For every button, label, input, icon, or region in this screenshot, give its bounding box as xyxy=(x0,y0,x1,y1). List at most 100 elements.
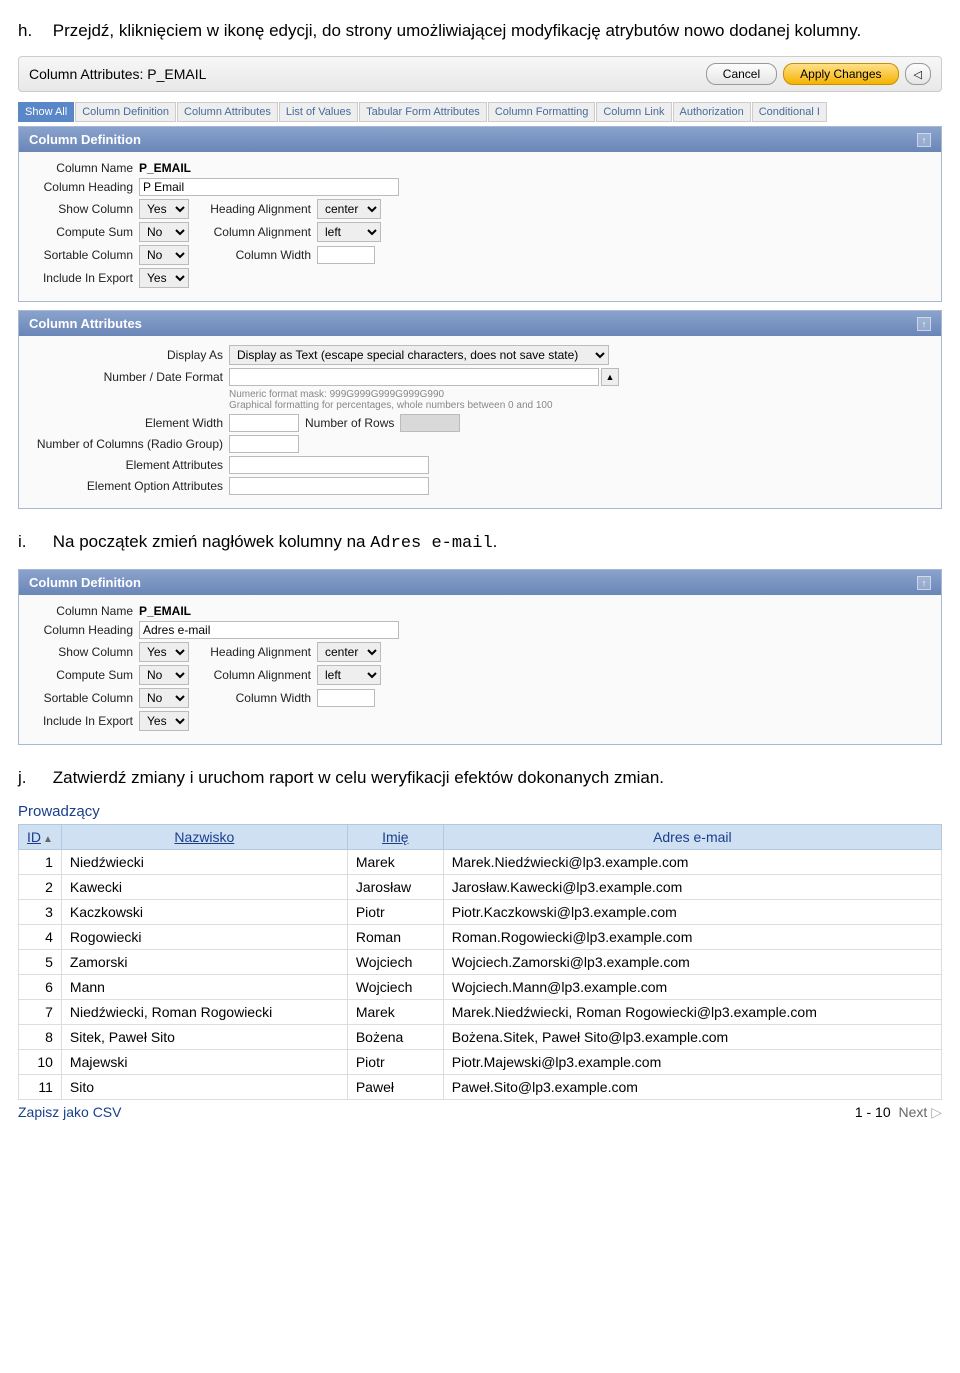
include-export-select[interactable]: Yes xyxy=(139,268,189,288)
pager-range: 1 - 10 xyxy=(855,1104,891,1120)
cell-imie: Roman xyxy=(347,925,443,950)
apply-changes-button[interactable]: Apply Changes xyxy=(783,63,898,85)
cell-id: 10 xyxy=(19,1050,62,1075)
tab-column-formatting[interactable]: Column Formatting xyxy=(488,102,596,122)
cell-nazwisko: Niedźwiecki, Roman Rogowiecki xyxy=(61,1000,347,1025)
label-compute-sum: Compute Sum xyxy=(29,668,139,682)
instruction-j-marker: j. xyxy=(18,767,48,789)
section-tabs: Show AllColumn DefinitionColumn Attribut… xyxy=(18,102,942,122)
instruction-h-text: Przejdź, kliknięciem w ikonę edycji, do … xyxy=(53,21,862,40)
col-nazwisko-header[interactable]: Nazwisko xyxy=(61,825,347,850)
cell-email: Piotr.Kaczkowski@lp3.example.com xyxy=(443,900,941,925)
label-column-width: Column Width xyxy=(197,691,317,705)
cell-email: Marek.Niedźwiecki@lp3.example.com xyxy=(443,850,941,875)
value-column-name: P_EMAIL xyxy=(139,604,191,618)
element-option-attributes-input[interactable] xyxy=(229,477,429,495)
tab-column-link[interactable]: Column Link xyxy=(596,102,671,122)
label-column-name: Column Name xyxy=(29,161,139,175)
display-as-select[interactable]: Display as Text (escape special characte… xyxy=(229,345,609,365)
label-column-alignment: Column Alignment xyxy=(197,225,317,239)
cell-nazwisko: Kaczkowski xyxy=(61,900,347,925)
tab-list-of-values[interactable]: List of Values xyxy=(279,102,358,122)
hint-numeric-mask: Numeric format mask: 999G999G999G999G990 xyxy=(229,389,931,400)
tab-conditional-i[interactable]: Conditional I xyxy=(752,102,827,122)
element-width-input[interactable] xyxy=(229,414,299,432)
table-row: 6MannWojciechWojciech.Mann@lp3.example.c… xyxy=(19,975,942,1000)
show-column-select[interactable]: Yes xyxy=(139,642,189,662)
col-imie-header[interactable]: Imię xyxy=(347,825,443,850)
heading-alignment-select[interactable]: center xyxy=(317,642,381,662)
tab-column-attributes[interactable]: Column Attributes xyxy=(177,102,278,122)
column-heading-input[interactable] xyxy=(139,621,399,639)
table-row: 2KaweckiJarosławJarosław.Kawecki@lp3.exa… xyxy=(19,875,942,900)
number-date-format-input[interactable] xyxy=(229,368,599,386)
table-row: 7Niedźwiecki, Roman RogowieckiMarekMarek… xyxy=(19,1000,942,1025)
tab-tabular-form-attributes[interactable]: Tabular Form Attributes xyxy=(359,102,487,122)
number-of-columns-input[interactable] xyxy=(229,435,299,453)
tab-column-definition[interactable]: Column Definition xyxy=(75,102,176,122)
chevron-right-icon[interactable]: ▷ xyxy=(931,1104,942,1120)
label-column-heading: Column Heading xyxy=(29,623,139,637)
sortable-column-select[interactable]: No xyxy=(139,688,189,708)
column-heading-input[interactable] xyxy=(139,178,399,196)
col-id-header[interactable]: ID▲ xyxy=(19,825,62,850)
label-sortable-column: Sortable Column xyxy=(29,248,139,262)
col-email-header: Adres e-mail xyxy=(443,825,941,850)
cell-id: 1 xyxy=(19,850,62,875)
label-column-width: Column Width xyxy=(197,248,317,262)
table-row: 5ZamorskiWojciechWojciech.Zamorski@lp3.e… xyxy=(19,950,942,975)
instruction-j-text: Zatwierdź zmiany i uruchom raport w celu… xyxy=(53,768,664,787)
tab-authorization[interactable]: Authorization xyxy=(673,102,751,122)
value-column-name: P_EMAIL xyxy=(139,161,191,175)
column-alignment-select[interactable]: left xyxy=(317,222,381,242)
cell-imie: Wojciech xyxy=(347,975,443,1000)
cancel-button[interactable]: Cancel xyxy=(706,63,777,85)
label-element-attributes: Element Attributes xyxy=(29,458,229,472)
panel-title: Column Attributes xyxy=(29,316,142,331)
pager-next-link[interactable]: Next xyxy=(899,1104,928,1120)
cell-imie: Marek xyxy=(347,850,443,875)
show-column-select[interactable]: Yes xyxy=(139,199,189,219)
heading-alignment-select[interactable]: center xyxy=(317,199,381,219)
scroll-top-icon[interactable]: ↑ xyxy=(917,576,931,590)
number-of-rows-input[interactable] xyxy=(400,414,460,432)
instruction-h: h. Przejdź, kliknięciem w ikonę edycji, … xyxy=(18,20,942,42)
cell-id: 3 xyxy=(19,900,62,925)
label-compute-sum: Compute Sum xyxy=(29,225,139,239)
column-width-input[interactable] xyxy=(317,689,375,707)
table-row: 1NiedźwieckiMarekMarek.Niedźwiecki@lp3.e… xyxy=(19,850,942,875)
instruction-j: j. Zatwierdź zmiany i uruchom raport w c… xyxy=(18,767,942,789)
cell-imie: Jarosław xyxy=(347,875,443,900)
instruction-i-post: . xyxy=(493,532,498,551)
prev-nav-button[interactable] xyxy=(905,63,931,85)
scroll-top-icon[interactable]: ↑ xyxy=(917,133,931,147)
cell-id: 7 xyxy=(19,1000,62,1025)
format-picker-icon[interactable]: ▲ xyxy=(601,368,619,386)
column-width-input[interactable] xyxy=(317,246,375,264)
column-attributes-panel: Column Attributes ↑ Display As Display a… xyxy=(18,310,942,509)
instruction-i-marker: i. xyxy=(18,531,48,553)
label-sortable-column: Sortable Column xyxy=(29,691,139,705)
scroll-top-icon[interactable]: ↑ xyxy=(917,317,931,331)
cell-email: Paweł.Sito@lp3.example.com xyxy=(443,1075,941,1100)
element-attributes-input[interactable] xyxy=(229,456,429,474)
sortable-column-select[interactable]: No xyxy=(139,245,189,265)
include-export-select[interactable]: Yes xyxy=(139,711,189,731)
export-csv-link[interactable]: Zapisz jako CSV xyxy=(18,1104,121,1121)
tab-show-all[interactable]: Show All xyxy=(18,102,74,122)
cell-nazwisko: Zamorski xyxy=(61,950,347,975)
column-alignment-select[interactable]: left xyxy=(317,665,381,685)
instruction-i: i. Na początek zmień nagłówek kolumny na… xyxy=(18,531,942,555)
cell-id: 2 xyxy=(19,875,62,900)
label-display-as: Display As xyxy=(29,348,229,362)
table-row: 4RogowieckiRomanRoman.Rogowiecki@lp3.exa… xyxy=(19,925,942,950)
hint-percentage-format: Graphical formatting for percentages, wh… xyxy=(229,400,931,411)
cell-imie: Wojciech xyxy=(347,950,443,975)
label-element-option-attributes: Element Option Attributes xyxy=(29,479,229,493)
report-table: ID▲ Nazwisko Imię Adres e-mail 1Niedźwie… xyxy=(18,824,942,1100)
compute-sum-select[interactable]: No xyxy=(139,665,189,685)
cell-imie: Piotr xyxy=(347,900,443,925)
label-include-in-export: Include In Export xyxy=(29,271,139,285)
report-footer: Zapisz jako CSV 1 - 10 Next ▷ xyxy=(18,1104,942,1121)
compute-sum-select[interactable]: No xyxy=(139,222,189,242)
